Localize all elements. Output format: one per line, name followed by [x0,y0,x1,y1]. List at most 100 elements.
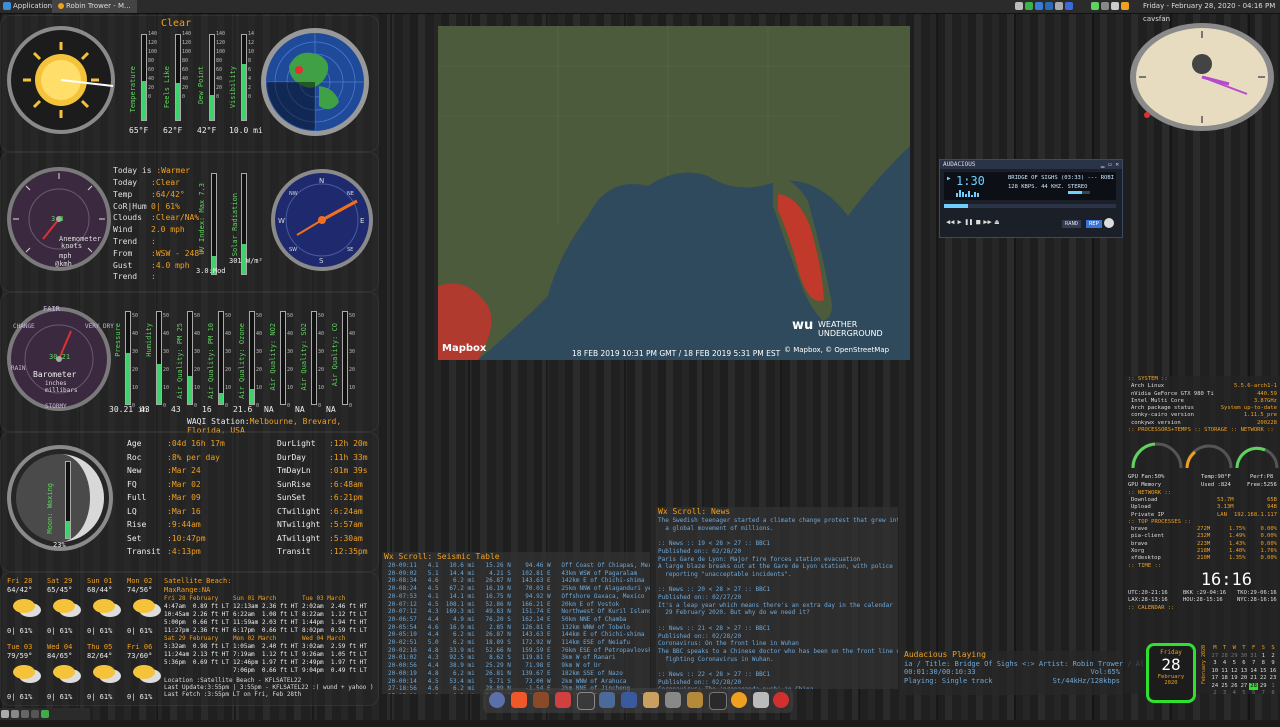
globe-icon [261,28,369,136]
mini-cal-day[interactable]: 17 [1210,675,1220,683]
brave-browser-icon[interactable] [511,692,527,708]
logout-icon[interactable] [773,692,789,708]
mini-cal-day[interactable]: 29 [1258,683,1268,691]
cat-app-icon[interactable] [533,692,549,708]
mini-cal-day[interactable]: 8 [1258,660,1268,668]
mini-cal-day[interactable]: 6 [1249,690,1259,698]
shuffle-button[interactable]: RAND [1062,220,1082,228]
play-icon[interactable]: ▶ [957,218,961,226]
mini-cal-day[interactable]: 21 [1249,675,1259,683]
mini-cal-day[interactable]: 13 [1239,668,1249,676]
mini-cal-day[interactable]: 28 [1220,653,1230,661]
seek-bar[interactable] [944,204,1116,208]
mini-cal-day[interactable]: 25 [1220,683,1230,691]
mini-cal-day[interactable]: 7 [1258,690,1268,698]
workspace-3-icon[interactable] [31,710,39,718]
mini-cal-day[interactable]: 31 [1249,653,1259,661]
forecast-pop: 0| 61% [87,693,113,701]
moon-row: ATwilight:5:30am [277,533,363,543]
mini-cal-day[interactable]: 24 [1210,683,1220,691]
mini-cal-day[interactable]: 30 [1239,653,1249,661]
baro-bar-scale: 50 40 30 20 10 0 [194,313,201,409]
mini-cal-day[interactable]: 1 [1258,653,1268,661]
mini-cal-day[interactable]: 28 [1248,682,1259,690]
volume-icon[interactable] [1111,2,1119,10]
printer-icon[interactable] [1065,2,1073,10]
network-icon[interactable] [1015,2,1023,10]
mini-cal-day[interactable]: 8 [1268,690,1278,698]
mini-cal-day[interactable]: 19 [1229,675,1239,683]
vpn-icon[interactable] [1045,2,1053,10]
weather-bar-scale: 140 120 100 80 60 40 20 0 [182,31,192,100]
shade-icon[interactable]: ▭ [1108,161,1112,168]
mini-cal-day[interactable]: 5 [1229,660,1239,668]
mini-cal-day[interactable]: 15 [1258,668,1268,676]
mini-cal-day[interactable]: 9 [1268,660,1278,668]
previous-icon[interactable]: ◀◀ [946,218,954,226]
next-icon[interactable]: ▶▶ [983,218,991,226]
mini-cal-day[interactable]: 18 [1220,675,1230,683]
workspace-4-icon[interactable] [41,710,49,718]
mini-cal-day[interactable]: 5 [1239,690,1249,698]
mini-cal-day[interactable]: 11 [1220,668,1230,676]
mini-cal-day[interactable]: 4 [1229,690,1239,698]
mini-cal-day[interactable]: 16 [1268,668,1278,676]
mini-cal-day[interactable]: 7 [1249,660,1259,668]
mini-cal-day[interactable]: 22 [1258,675,1268,683]
display-icon[interactable] [1055,2,1063,10]
update-icon[interactable] [1025,2,1033,10]
mail-icon[interactable] [555,692,571,708]
baro-bar-label: Air Quality: NO2 [269,323,277,391]
mini-cal-day[interactable]: 2 [1210,690,1220,698]
mph-label: mph [59,252,72,260]
zone-row: LAX:28-13:16 HOU:28-15:16 NYC:28-16:16 [1128,597,1277,604]
dock [483,688,793,713]
archive-icon[interactable] [643,692,659,708]
eject-icon[interactable]: ⏏ [995,218,999,226]
close-icon[interactable]: ✕ [1115,161,1119,168]
mapbox-logo: Mapbox [442,343,487,354]
mini-cal-day[interactable]: 6 [1239,660,1249,668]
repeat-button[interactable]: REP [1086,220,1102,228]
volume-slider[interactable] [1068,191,1090,194]
mini-cal-day[interactable]: 26 [1229,683,1239,691]
show-desktop-icon[interactable] [1,710,9,718]
tide-row: 1:44pm 1.94 ft HT [302,619,368,626]
mini-cal-day[interactable]: 23 [1268,675,1278,683]
mini-cal-day[interactable]: 10 [1210,668,1220,676]
vlc-icon[interactable] [731,692,747,708]
power-icon[interactable] [1101,2,1109,10]
mini-cal-day[interactable]: 2 [1268,653,1278,661]
mini-cal-day[interactable]: 14 [1249,668,1259,676]
calculator-icon[interactable] [621,692,637,708]
bluetooth-icon[interactable] [1035,2,1043,10]
minimize-icon[interactable]: ▁ [1101,161,1105,168]
mini-cal-day[interactable]: 12 [1229,668,1239,676]
text-editor-icon[interactable] [665,692,681,708]
lock-icon[interactable] [1091,2,1099,10]
taskbar-window-button[interactable]: Robin Trower - M... [52,0,137,13]
workspace-1-icon[interactable] [11,710,19,718]
wind-row: Trend: [113,237,156,246]
mini-cal-day[interactable]: 27 [1239,683,1249,691]
workspace-2-icon[interactable] [21,710,29,718]
mini-cal-day[interactable]: 27 [1210,653,1220,661]
mini-cal-day[interactable]: 20 [1239,675,1249,683]
mini-cal-day[interactable]: 4 [1220,660,1230,668]
wu-logo-icon: wu [792,318,814,333]
stop-icon[interactable]: ■ [976,218,980,226]
mini-cal-day[interactable]: 3 [1210,660,1220,668]
system-settings-icon[interactable] [489,692,505,708]
pause-icon[interactable]: ❚❚ [965,218,973,226]
file-manager-icon[interactable] [599,692,615,708]
image-viewer-icon[interactable] [687,692,703,708]
applications-menu[interactable]: Applications [3,0,56,13]
mini-cal-day[interactable]: 3 [1220,690,1230,698]
speaker-icon[interactable] [753,692,769,708]
mini-cal-day[interactable]: 1 [1268,683,1278,691]
terminal-icon[interactable] [577,692,595,710]
news-line: A large blaze breaks out at the Gare de … [658,563,893,571]
clipboard-icon[interactable] [1121,2,1129,10]
screenshot-icon[interactable] [709,692,727,710]
mini-cal-day[interactable]: 29 [1229,653,1239,661]
